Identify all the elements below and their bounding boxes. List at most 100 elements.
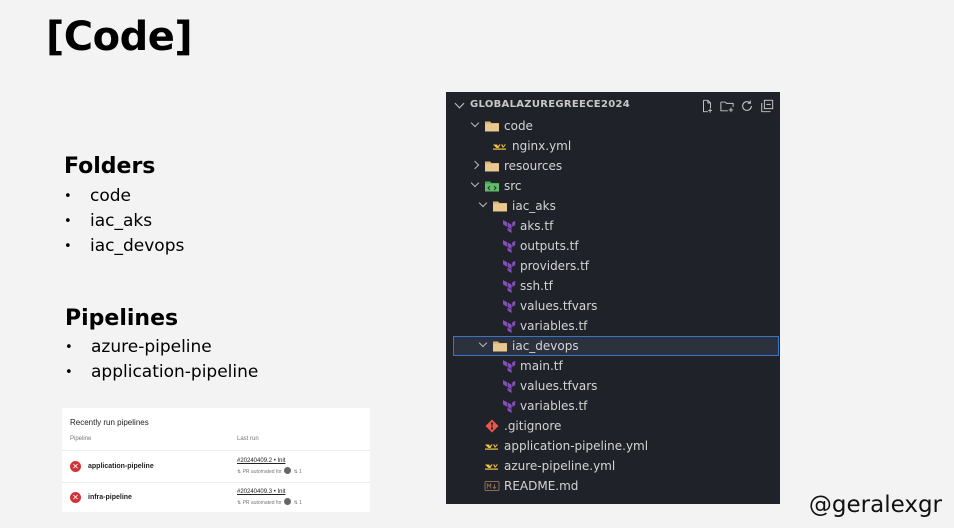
folder-row[interactable]: resources: [446, 156, 780, 176]
divider: [62, 450, 370, 451]
tree-item-label: code: [504, 119, 533, 133]
terraform-icon: [503, 360, 516, 373]
pr-icon: ⇅: [293, 469, 298, 475]
refresh-icon[interactable]: [740, 99, 754, 113]
collapse-all-icon[interactable]: [760, 99, 774, 113]
file-row[interactable]: ssh.tf: [446, 276, 780, 296]
pipeline-name[interactable]: application-pipeline: [88, 463, 154, 470]
terraform-icon: [503, 300, 516, 313]
chevron-right-icon[interactable]: [470, 160, 480, 170]
workspace-root-name[interactable]: GLOBALAZUREGREECE2024: [470, 99, 630, 110]
yaml-icon: [493, 144, 506, 150]
folder-icon: [485, 161, 499, 172]
git-icon: [485, 419, 499, 433]
folder-row[interactable]: src: [446, 176, 780, 196]
tree-item-label: resources: [504, 159, 563, 173]
file-row[interactable]: application-pipeline.yml: [446, 436, 780, 456]
pipeline-row[interactable]: ✕ infra-pipeline #20240409.3 • Init ⇅ PR…: [62, 485, 370, 513]
markdown-icon: [484, 481, 500, 491]
tree-item-label: values.tfvars: [520, 299, 598, 313]
file-explorer: GLOBALAZUREGREECE2024 code nginx.yml resou…: [446, 92, 780, 504]
file-row[interactable]: values.tfvars: [446, 296, 780, 316]
file-row[interactable]: values.tfvars: [446, 376, 780, 396]
run-meta: ⇅ PR automated for ⇅ 1: [237, 498, 302, 506]
folder-icon: [493, 201, 507, 212]
pr-icon: ⇅: [237, 500, 242, 506]
tree-item-label: .gitignore: [504, 419, 562, 433]
tree-item-label: iac_devops: [512, 339, 579, 353]
new-folder-icon[interactable]: [720, 99, 734, 113]
folder-row[interactable]: iac_devops: [453, 336, 779, 356]
pr-icon: ⇅: [237, 469, 242, 475]
terraform-icon: [503, 220, 516, 233]
file-row[interactable]: variables.tf: [446, 396, 780, 416]
file-row[interactable]: README.md: [446, 476, 780, 496]
file-row[interactable]: variables.tf: [446, 316, 780, 336]
run-link[interactable]: #20240409.3 • Init: [237, 489, 285, 495]
failed-status-icon: ✕: [70, 492, 81, 503]
tree-item-label: variables.tf: [520, 319, 588, 333]
column-header-pipeline: Pipeline: [70, 436, 92, 442]
run-meta-text: PR automated for: [242, 469, 282, 475]
folders-list-item: code: [64, 184, 184, 209]
file-row[interactable]: aks.tf: [446, 216, 780, 236]
file-row[interactable]: providers.tf: [446, 256, 780, 276]
terraform-icon: [503, 400, 516, 413]
chevron-down-icon[interactable]: [470, 178, 480, 188]
avatar: [284, 498, 292, 505]
folder-row[interactable]: code: [446, 116, 780, 136]
pr-icon: ⇅: [293, 500, 298, 506]
failed-status-icon: ✕: [70, 461, 81, 472]
terraform-icon: [503, 260, 516, 273]
folder-icon: [493, 341, 507, 352]
divider: [62, 482, 370, 483]
folder-icon: [485, 121, 499, 132]
tree-item-label: outputs.tf: [520, 239, 579, 253]
folder-row[interactable]: iac_aks: [446, 196, 780, 216]
explorer-root-header[interactable]: GLOBALAZUREGREECE2024: [446, 94, 780, 118]
new-file-icon[interactable]: [700, 99, 714, 113]
run-link[interactable]: #20240409.2 • Init: [237, 458, 285, 464]
pipeline-row[interactable]: ✕ application-pipeline #20240409.2 • Ini…: [62, 454, 370, 482]
card-title: Recently run pipelines: [70, 418, 149, 427]
file-row[interactable]: main.tf: [446, 356, 780, 376]
yaml-icon: [485, 464, 498, 470]
file-row[interactable]: nginx.yml: [446, 136, 780, 156]
tree-item-label: ssh.tf: [520, 279, 553, 293]
run-meta-text: PR automated for: [242, 500, 282, 506]
terraform-icon: [503, 280, 516, 293]
file-row[interactable]: .gitignore: [446, 416, 780, 436]
folders-list-item: iac_devops: [64, 234, 184, 259]
explorer-actions: [700, 99, 774, 113]
file-row[interactable]: azure-pipeline.yml: [446, 456, 780, 476]
folders-heading: Folders: [64, 154, 156, 179]
terraform-icon: [503, 240, 516, 253]
file-row[interactable]: outputs.tf: [446, 236, 780, 256]
tree-item-label: values.tfvars: [520, 379, 598, 393]
tree-item-label: application-pipeline.yml: [504, 439, 649, 453]
folders-list: code iac_aks iac_devops: [64, 184, 184, 259]
terraform-icon: [503, 380, 516, 393]
avatar: [284, 467, 292, 474]
pipelines-list-item: application-pipeline: [65, 360, 258, 385]
tree-item-label: azure-pipeline.yml: [504, 459, 616, 473]
recent-pipelines-card: Recently run pipelines Pipeline Last run…: [62, 408, 370, 512]
tree-item-label: src: [504, 179, 522, 193]
chevron-down-icon[interactable]: [454, 98, 465, 109]
chevron-down-icon[interactable]: [478, 338, 488, 348]
tree-item-label: providers.tf: [520, 259, 589, 273]
author-handle: @geralexgr: [808, 492, 942, 518]
folders-list-item: iac_aks: [64, 209, 184, 234]
chevron-down-icon[interactable]: [478, 198, 488, 208]
chevron-down-icon[interactable]: [470, 118, 480, 128]
run-meta: ⇅ PR automated for ⇅ 1: [237, 467, 302, 475]
run-meta-count: 1: [299, 500, 302, 506]
tree-item-label: main.tf: [520, 359, 563, 373]
tree-item-label: variables.tf: [520, 399, 588, 413]
tree-item-label: README.md: [504, 479, 579, 493]
source-folder-icon: [485, 181, 499, 192]
pipeline-name[interactable]: infra-pipeline: [88, 494, 132, 501]
yaml-icon: [485, 444, 498, 450]
pipelines-heading: Pipelines: [65, 306, 179, 331]
tree-item-label: iac_aks: [512, 199, 556, 213]
